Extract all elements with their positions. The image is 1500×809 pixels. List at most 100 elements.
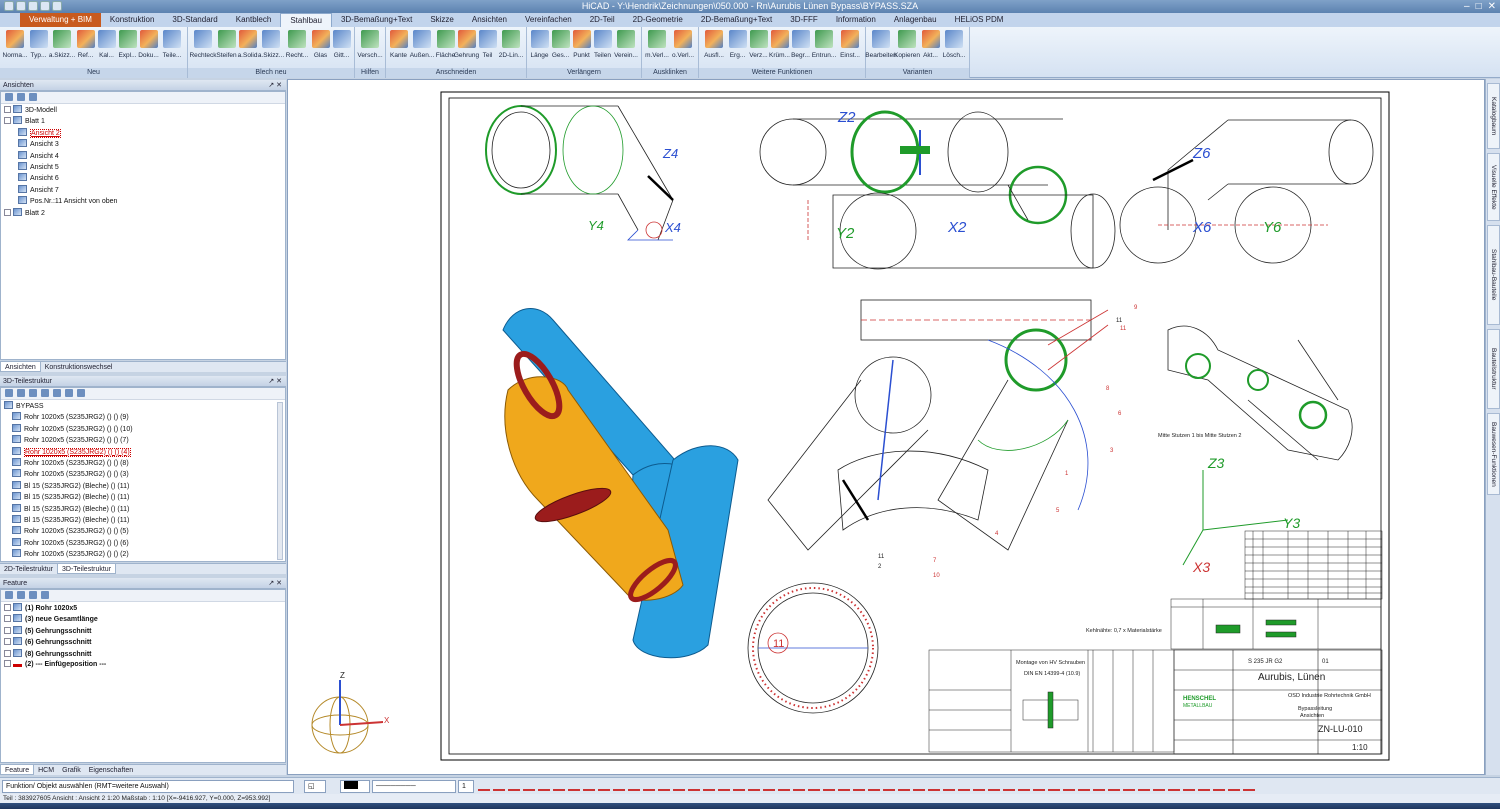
- snap-option-icon[interactable]: [538, 781, 550, 791]
- part-tree-item[interactable]: Rohr 1020x5 (S235JRG2) () () (2): [4, 549, 285, 560]
- snap-option-icon[interactable]: [988, 781, 1000, 791]
- drawing-canvas[interactable]: Z4 Y4 X4 Z2 X2 Y2 Z6 Y6 X6 9 11 11 8 3 1…: [287, 79, 1485, 775]
- panel-tab-grafik[interactable]: Grafik: [58, 765, 85, 775]
- view-tree-item[interactable]: Blatt 2: [4, 207, 285, 219]
- view-tree-item[interactable]: 3D-Modell: [4, 105, 285, 116]
- part-tree-item[interactable]: Bl 15 (S235JRG2) (Bleche) () (11): [4, 503, 285, 515]
- pin-icon[interactable]: ↗ ✕: [268, 376, 282, 387]
- parts-tool-icon[interactable]: [41, 389, 49, 397]
- feature-tool-icon[interactable]: [5, 591, 13, 599]
- expand-icon[interactable]: [4, 638, 11, 646]
- line-style-select[interactable]: ◱: [304, 780, 326, 793]
- snap-option-icon[interactable]: [883, 781, 895, 791]
- snap-option-icon[interactable]: [628, 781, 640, 791]
- parts-tool-icon[interactable]: [77, 389, 85, 397]
- snap-option-icon[interactable]: [868, 781, 880, 791]
- line-type-select[interactable]: ────────: [372, 780, 456, 793]
- tab-3d-fff[interactable]: 3D-FFF: [781, 13, 827, 27]
- parts-tool-icon[interactable]: [17, 389, 25, 397]
- snap-option-icon[interactable]: [1003, 781, 1015, 791]
- part-tree-item[interactable]: Rohr 1020x5 (S235JRG2) () () (6): [4, 537, 285, 549]
- part-tree-item[interactable]: Bl 15 (S235JRG2) (Bleche) () (11): [4, 480, 285, 492]
- parts-tool-icon[interactable]: [53, 389, 61, 397]
- part-tree-item[interactable]: Rohr 1020x5 (S235JRG2) () () (9): [4, 412, 285, 423]
- view-settings-icon[interactable]: [29, 93, 37, 101]
- view-tree-item[interactable]: Ansicht 4: [4, 150, 285, 162]
- snap-option-icon[interactable]: [763, 781, 775, 791]
- snap-option-icon[interactable]: [478, 781, 490, 791]
- snap-option-icon[interactable]: [793, 781, 805, 791]
- view-tree-item[interactable]: Pos.Nr.:11 Ansicht von oben: [4, 196, 285, 207]
- snap-option-icon[interactable]: [1138, 781, 1150, 791]
- snap-option-icon[interactable]: [1063, 781, 1075, 791]
- part-tree-item[interactable]: Rohr 1020x5 (S235JRG2) () () (8): [4, 458, 285, 469]
- tree-collapse-icon[interactable]: [17, 93, 25, 101]
- expand-icon[interactable]: [4, 649, 11, 657]
- snap-option-icon[interactable]: [493, 781, 505, 791]
- snap-option-icon[interactable]: [1228, 781, 1240, 791]
- snap-option-icon[interactable]: [1243, 781, 1255, 791]
- feature-tree-item[interactable]: (2) --- Einfügeposition ---: [4, 660, 285, 670]
- dock-tab-bauteilstruktur[interactable]: Bauteilstruktur: [1487, 329, 1500, 409]
- snap-option-icon[interactable]: [1153, 781, 1165, 791]
- snap-option-icon[interactable]: [553, 781, 565, 791]
- tab-3d-bema-ung-text[interactable]: 3D-Bemaßung+Text: [332, 13, 421, 27]
- snap-option-icon[interactable]: [718, 781, 730, 791]
- snap-option-icon[interactable]: [1123, 781, 1135, 791]
- snap-option-icon[interactable]: [913, 781, 925, 791]
- tab-2d-bema-ung-text[interactable]: 2D-Bemaßung+Text: [692, 13, 781, 27]
- pin-icon[interactable]: ↗ ✕: [268, 80, 282, 91]
- snap-option-icon[interactable]: [808, 781, 820, 791]
- tab-skizze[interactable]: Skizze: [421, 13, 463, 27]
- tab-2d-teil[interactable]: 2D-Teil: [581, 13, 624, 27]
- snap-option-icon[interactable]: [1018, 781, 1030, 791]
- dock-tab-stahlbau-bauteile[interactable]: Stahlbau-Bauteile: [1487, 225, 1500, 325]
- feature-tool-icon[interactable]: [29, 591, 37, 599]
- dock-tab-visuelle-effekte[interactable]: Visuelle Effekte: [1487, 153, 1500, 221]
- snap-option-icon[interactable]: [1108, 781, 1120, 791]
- snap-option-icon[interactable]: [778, 781, 790, 791]
- snap-option-icon[interactable]: [928, 781, 940, 791]
- dock-tab-bauwesen-funktionen[interactable]: Bauwesen-Funktionen: [1487, 413, 1500, 495]
- snap-option-icon[interactable]: [568, 781, 580, 791]
- panel-tab-3d-teilestruktur[interactable]: 3D-Teilestruktur: [57, 564, 117, 574]
- tab-2d-geometrie[interactable]: 2D-Geometrie: [624, 13, 692, 27]
- line-width-select[interactable]: 1: [458, 780, 474, 793]
- panel-tab-ansichten[interactable]: Ansichten: [0, 362, 41, 372]
- view-2[interactable]: [759, 110, 1116, 270]
- snap-option-icon[interactable]: [838, 781, 850, 791]
- snap-option-icon[interactable]: [943, 781, 955, 791]
- view-tree-item[interactable]: Ansicht 7: [4, 184, 285, 196]
- 3d-pipe-model[interactable]: [502, 308, 739, 659]
- part-tree-item[interactable]: Rohr 1020x5 (S235JRG2) () () (4): [4, 446, 285, 458]
- snap-option-icon[interactable]: [643, 781, 655, 791]
- minimize-icon[interactable]: –: [1464, 0, 1470, 13]
- feature-tree-item[interactable]: (6) Gehrungsschnitt: [4, 637, 285, 648]
- command-line[interactable]: Funktion/ Objekt auswählen (RMT=weitere …: [2, 780, 294, 793]
- snap-option-icon[interactable]: [1078, 781, 1090, 791]
- view-tree-item[interactable]: Blatt 1: [4, 116, 285, 127]
- tab-helios-pdm[interactable]: HELiOS PDM: [946, 13, 1013, 27]
- parts-tool-icon[interactable]: [29, 389, 37, 397]
- pin-icon[interactable]: ↗ ✕: [268, 578, 282, 589]
- snap-option-icon[interactable]: [733, 781, 745, 791]
- parts-root[interactable]: BYPASS: [4, 401, 285, 412]
- expand-icon[interactable]: [4, 626, 11, 634]
- tab-3d-standard[interactable]: 3D-Standard: [163, 13, 226, 27]
- snap-option-icon[interactable]: [853, 781, 865, 791]
- expand-icon[interactable]: [4, 208, 11, 216]
- expand-icon[interactable]: [4, 660, 11, 668]
- snap-option-icon[interactable]: [958, 781, 970, 791]
- restore-icon[interactable]: □: [1476, 0, 1482, 13]
- snap-option-icon[interactable]: [673, 781, 685, 791]
- snap-option-icon[interactable]: [823, 781, 835, 791]
- panel-tab-hcm[interactable]: HCM: [34, 765, 58, 775]
- snap-option-icon[interactable]: [613, 781, 625, 791]
- snap-option-icon[interactable]: [1198, 781, 1210, 791]
- tab-information[interactable]: Information: [827, 13, 885, 27]
- part-tree-item[interactable]: Bl 15 (S235JRG2) (Bleche) () (11): [4, 492, 285, 503]
- feature-tree-item[interactable]: (5) Gehrungsschnitt: [4, 625, 285, 637]
- tab-kantblech[interactable]: Kantblech: [227, 13, 281, 27]
- parts-tool-icon[interactable]: [65, 389, 73, 397]
- expand-icon[interactable]: [4, 615, 11, 623]
